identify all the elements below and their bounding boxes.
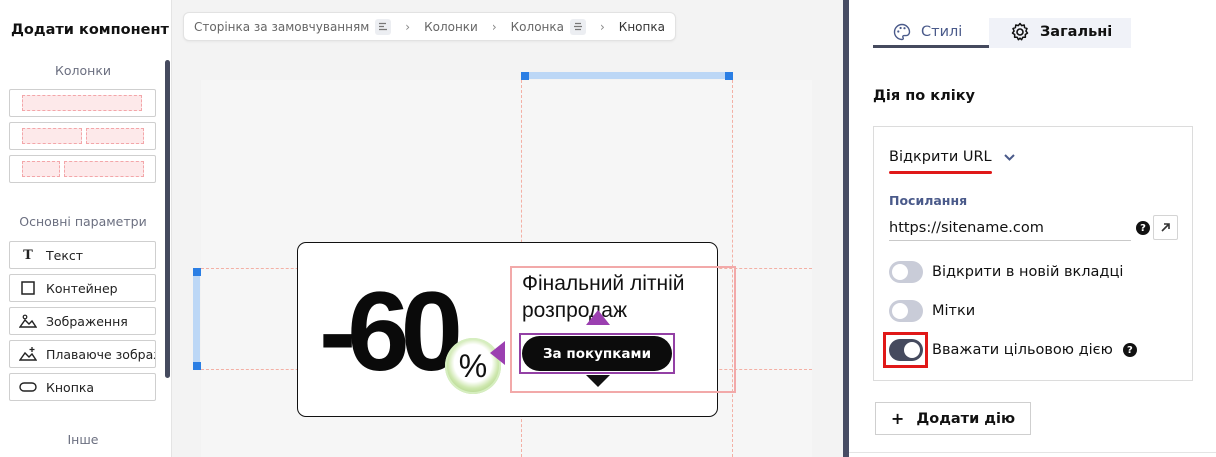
palette-icon: [893, 23, 911, 41]
gear-icon: [1010, 22, 1030, 42]
chevron-right-icon: ›: [491, 19, 497, 34]
annotation-underline: [889, 171, 992, 174]
breadcrumb-item-page[interactable]: Сторінка за замовчуванням: [194, 20, 369, 34]
section-other-label: Інше: [67, 432, 99, 447]
external-link-icon: [1160, 218, 1171, 237]
help-icon[interactable]: ?: [1136, 221, 1150, 235]
image-icon: [19, 314, 37, 328]
selection-corner[interactable]: [193, 268, 201, 276]
action-type-select[interactable]: Відкрити URL: [889, 149, 1015, 165]
move-down-handle[interactable]: [586, 375, 610, 387]
component-container[interactable]: Контейнер: [9, 274, 156, 302]
discount-text[interactable]: -60: [319, 276, 463, 388]
add-component-panel: Додати компонент Колонки Основні парамет…: [0, 0, 172, 457]
align-center-icon: [569, 18, 586, 35]
plus-icon: +: [890, 409, 905, 428]
settings-panel: Стилі Загальні Дія по кліку Відкрити URL…: [849, 0, 1216, 457]
scrollbar-thumb[interactable]: [165, 60, 170, 378]
toggle-row-tags: Мітки: [889, 300, 975, 322]
component-button[interactable]: Кнопка: [9, 373, 156, 401]
text-icon: T: [23, 247, 33, 263]
column-layout-3[interactable]: [9, 155, 156, 183]
breadcrumb-item-column[interactable]: Колонка: [511, 20, 564, 34]
new-tab-toggle[interactable]: [889, 261, 923, 283]
url-input[interactable]: [889, 215, 1131, 241]
button-icon: [19, 381, 37, 393]
component-image[interactable]: Зображення: [9, 307, 156, 335]
selection-corner[interactable]: [193, 362, 201, 370]
section-title: Дія по кліку: [873, 88, 975, 104]
selection-corner[interactable]: [521, 72, 529, 80]
column-layout-2[interactable]: [9, 122, 156, 150]
chevron-down-icon: [1003, 153, 1015, 161]
help-icon[interactable]: ?: [1122, 343, 1137, 357]
link-label: Посилання: [889, 193, 968, 208]
open-link-button[interactable]: [1153, 215, 1178, 240]
tab-styles[interactable]: Стилі: [893, 18, 962, 46]
component-text[interactable]: T Текст: [9, 241, 156, 269]
add-action-button[interactable]: + Додати дію: [875, 402, 1031, 435]
breadcrumb-item-button[interactable]: Кнопка: [619, 20, 665, 34]
chevron-right-icon: ›: [405, 19, 411, 34]
tags-toggle[interactable]: [889, 300, 923, 322]
panel-title: Додати компонент: [11, 22, 169, 38]
toggle-row-new-tab: Відкрити в новій вкладці: [889, 261, 1123, 283]
editor-canvas: -60 % Фінальний літній розпродаж За поку…: [193, 72, 812, 457]
container-icon: [19, 281, 37, 295]
move-up-handle[interactable]: [586, 310, 610, 325]
cta-button[interactable]: За покупками: [522, 336, 672, 371]
column-selection-handle[interactable]: [521, 72, 733, 79]
settings-tabs: Стилі Загальні: [873, 18, 1131, 48]
align-left-icon: [375, 18, 392, 35]
click-action-card: Відкрити URL Посилання ? Відкрити в нові…: [873, 126, 1193, 381]
move-left-handle[interactable]: [490, 341, 505, 365]
section-basic-label: Основні параметри: [19, 214, 147, 229]
component-floating-image[interactable]: Плаваюче зображення: [9, 340, 156, 368]
tab-general[interactable]: Загальні: [1010, 18, 1112, 46]
row-selection-handle[interactable]: [193, 268, 200, 370]
chevron-right-icon: ›: [599, 19, 605, 34]
section-columns-label: Колонки: [54, 63, 111, 78]
selection-corner[interactable]: [725, 72, 733, 80]
column-layout-1[interactable]: [9, 89, 156, 117]
breadcrumb: Сторінка за замовчуванням › Колонки › Ко…: [183, 12, 676, 41]
floating-image-icon: [19, 346, 37, 362]
annotation-highlight-box: [883, 332, 928, 368]
breadcrumb-item-columns[interactable]: Колонки: [424, 20, 478, 34]
